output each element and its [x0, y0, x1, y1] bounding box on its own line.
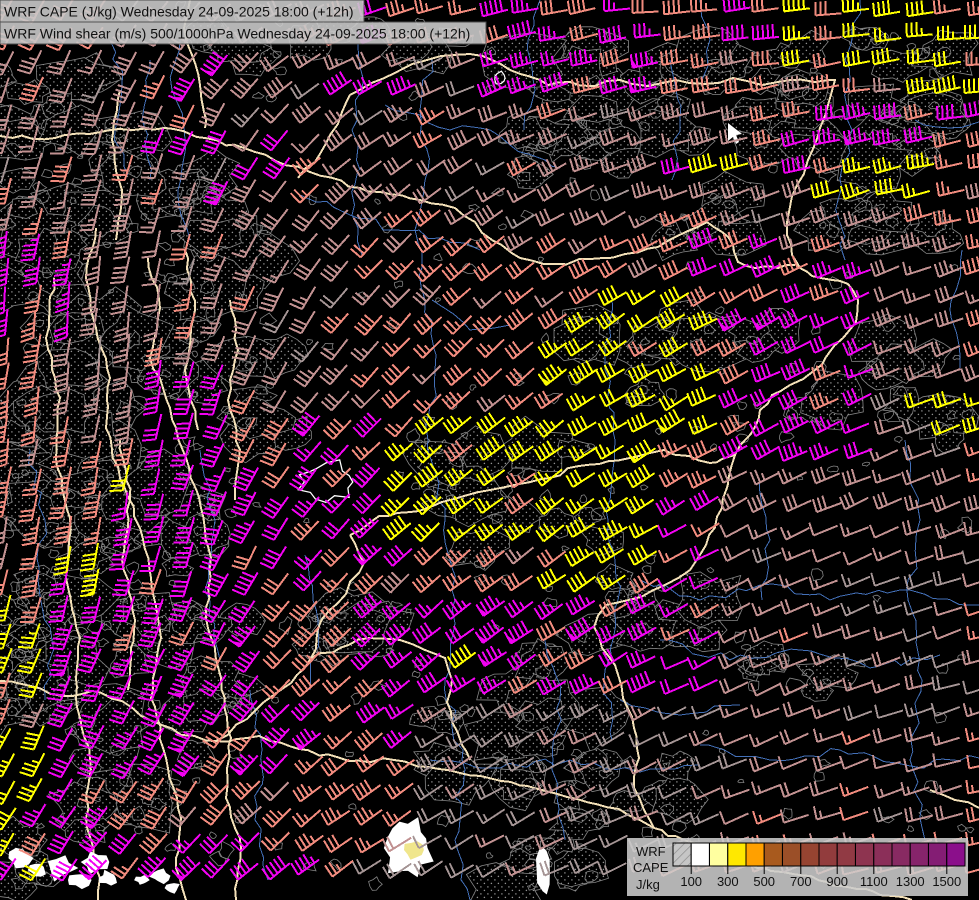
svg-text:700: 700: [790, 874, 812, 889]
svg-text:500: 500: [753, 874, 775, 889]
svg-text:900: 900: [826, 874, 848, 889]
svg-text:1100: 1100: [860, 874, 888, 889]
svg-text:1500: 1500: [932, 874, 961, 889]
svg-text:WRF CAPE (J/kg) Wednesday 24-0: WRF CAPE (J/kg) Wednesday 24-09-2025 18:…: [4, 4, 354, 20]
svg-text:1300: 1300: [896, 874, 925, 889]
svg-text:CAPE: CAPE: [633, 860, 669, 875]
svg-text:WRF: WRF: [636, 844, 666, 859]
svg-text:100: 100: [680, 874, 702, 889]
svg-text:WRF Wind shear (m/s) 500/1000h: WRF Wind shear (m/s) 500/1000hPa Wednesd…: [4, 26, 470, 42]
svg-text:J/kg: J/kg: [636, 877, 660, 892]
svg-text:300: 300: [717, 874, 739, 889]
